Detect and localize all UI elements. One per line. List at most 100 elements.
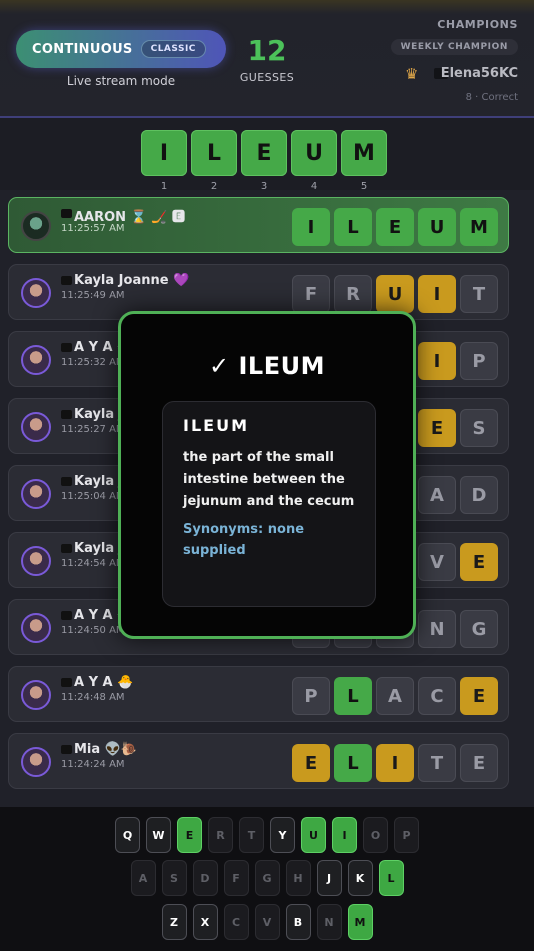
key-g[interactable]: G [254, 860, 280, 896]
letter-tile: I [292, 208, 330, 246]
key-c[interactable]: C [223, 904, 249, 940]
champion-name: Elena56KC [440, 66, 518, 81]
key-u[interactable]: U [301, 817, 326, 853]
key-d[interactable]: D [192, 860, 218, 896]
keyboard-row: QWERTYUIOP [0, 817, 534, 853]
letter-tile: T [460, 275, 498, 313]
guess-timestamp: 11:24:54 AM [61, 558, 125, 569]
key-i[interactable]: I [332, 817, 357, 853]
guess-timestamp: 11:25:57 AM [61, 223, 125, 234]
letter-tile: U [376, 275, 414, 313]
key-w[interactable]: W [146, 817, 171, 853]
avatar [21, 613, 51, 643]
letter-tile: E [292, 744, 330, 782]
champion-stats: 8 · Correct [465, 92, 518, 103]
avatar [21, 479, 51, 509]
flag-icon [61, 410, 72, 419]
definition-card: ILEUM the part of the small intestine be… [162, 401, 376, 607]
guess-timestamp: 11:25:27 AM [61, 424, 125, 435]
key-o[interactable]: O [363, 817, 388, 853]
letter-tile: E [418, 409, 456, 447]
guess-row[interactable]: A Y A 🐣 11:24:48 AM P L A C E [8, 666, 509, 722]
letter-keyboard: QWERTYUIOP ASDFGHJKL ZXCVBNM [0, 807, 534, 951]
mode-tag-badge: CLASSIC [140, 40, 206, 58]
letter-tile: E [460, 744, 498, 782]
avatar [21, 747, 51, 777]
key-n[interactable]: N [316, 904, 342, 940]
letter-tile: L [334, 208, 372, 246]
key-b[interactable]: B [285, 904, 311, 940]
letter-tile: D [460, 476, 498, 514]
letter-tile: U [418, 208, 456, 246]
letter-tile: L [334, 677, 372, 715]
guess-timestamp: 11:24:24 AM [61, 759, 125, 770]
key-z[interactable]: Z [161, 904, 187, 940]
crown-icon: ♛ [405, 65, 419, 83]
key-l[interactable]: L [378, 860, 404, 896]
guess-timestamp: 11:24:50 AM [61, 625, 125, 636]
letter-tile: I [376, 744, 414, 782]
guess-timestamp: 11:25:49 AM [61, 290, 125, 301]
avatar [21, 680, 51, 710]
guess-row[interactable]: Mia 👽🐌 11:24:24 AM E L I T E [8, 733, 509, 789]
keyboard-row: ZXCVBNM [0, 904, 534, 940]
definition-text: the part of the small intestine between … [183, 450, 355, 509]
letter-tile: P [460, 342, 498, 380]
solution-tile: L [191, 130, 237, 176]
letter-tile: I [418, 342, 456, 380]
key-y[interactable]: Y [270, 817, 295, 853]
key-a[interactable]: A [130, 860, 156, 896]
guess-timestamp: 11:25:04 AM [61, 491, 125, 502]
flag-icon [61, 209, 72, 218]
key-j[interactable]: J [316, 860, 342, 896]
guess-count-label: GUESSES [239, 71, 295, 84]
flag-icon [61, 611, 72, 620]
avatar [21, 211, 51, 241]
solution-tile: M [341, 130, 387, 176]
key-f[interactable]: F [223, 860, 249, 896]
solution-tile: E [241, 130, 287, 176]
key-q[interactable]: Q [115, 817, 140, 853]
guess-tiles: ILEUM [292, 208, 498, 246]
key-h[interactable]: H [285, 860, 311, 896]
key-m[interactable]: M [347, 904, 373, 940]
solution-word: ILEUM [141, 130, 387, 176]
flag-icon [61, 745, 72, 754]
letter-tile: E [376, 208, 414, 246]
avatar [21, 278, 51, 308]
definition-word: ILEUM [183, 416, 249, 435]
flag-icon [61, 276, 72, 285]
guess-row[interactable]: AARON ⌛ 🏒 🅴 11:25:57 AM I L E U M [8, 197, 509, 253]
mode-label: CONTINUOUS [32, 41, 133, 57]
guess-count: 12 [247, 34, 287, 67]
guess-tiles: PLACE [292, 677, 498, 715]
letter-tile: R [334, 275, 372, 313]
letter-tile: L [334, 744, 372, 782]
champions-title: CHAMPIONS [437, 18, 518, 31]
key-t[interactable]: T [239, 817, 264, 853]
key-s[interactable]: S [161, 860, 187, 896]
letter-tile: F [292, 275, 330, 313]
avatar [21, 546, 51, 576]
letter-tile: M [460, 208, 498, 246]
solution-popup: ✓ ILEUM ILEUM the part of the small inte… [118, 311, 416, 639]
avatar [21, 412, 51, 442]
flag-icon [61, 544, 72, 553]
guess-timestamp: 11:24:48 AM [61, 692, 125, 703]
key-x[interactable]: X [192, 904, 218, 940]
keyboard-row: ASDFGHJKL [0, 860, 534, 896]
key-v[interactable]: V [254, 904, 280, 940]
mode-toggle-button[interactable]: CONTINUOUS CLASSIC [16, 30, 226, 68]
flag-icon [61, 678, 72, 687]
player-name: A Y A 🐣 [74, 675, 134, 690]
key-p[interactable]: P [394, 817, 419, 853]
letter-tile: E [460, 677, 498, 715]
avatar [21, 345, 51, 375]
flag-icon [61, 477, 72, 486]
key-r[interactable]: R [208, 817, 233, 853]
key-k[interactable]: K [347, 860, 373, 896]
letter-tile: A [418, 476, 456, 514]
letter-tile: I [418, 275, 456, 313]
key-e[interactable]: E [177, 817, 202, 853]
letter-tile: G [460, 610, 498, 648]
